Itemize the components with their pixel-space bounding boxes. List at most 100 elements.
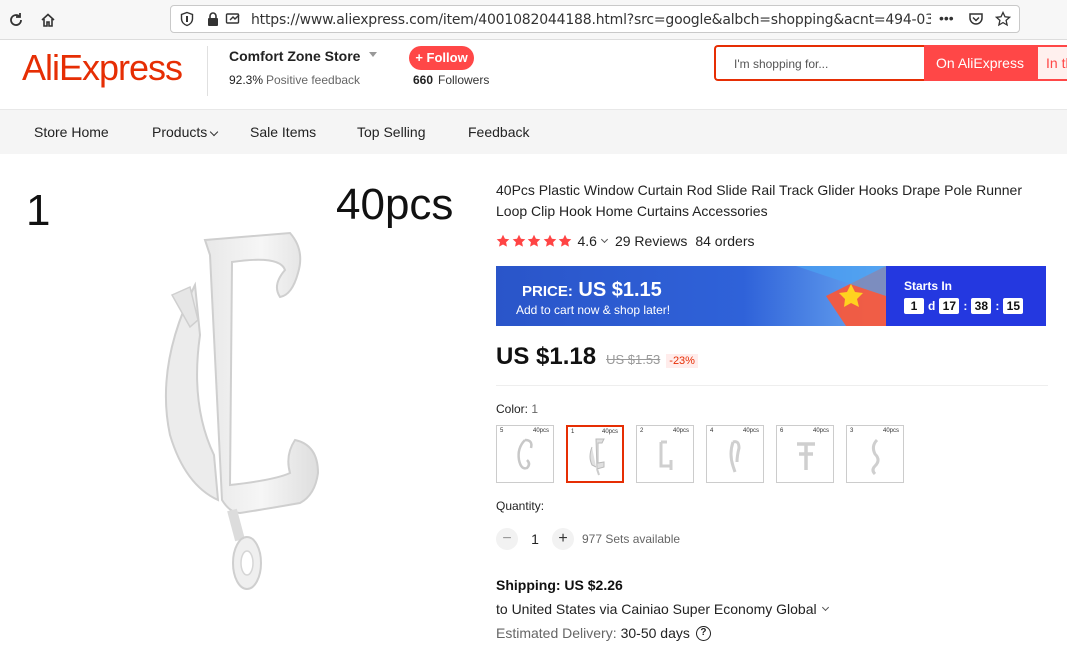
delivery-value: 30-50 days (620, 625, 690, 641)
chevron-down-icon[interactable] (821, 603, 829, 612)
reviews-link[interactable]: 29 Reviews (615, 233, 687, 249)
address-bar[interactable]: https://www.aliexpress.com/item/40010820… (170, 5, 1020, 33)
sku-thumbnail (797, 442, 815, 470)
star-rating[interactable] (496, 234, 574, 248)
quantity-stepper: − 1 + 977 Sets available (496, 528, 680, 550)
rating-value[interactable]: 4.6 (578, 233, 597, 249)
estimated-delivery: Estimated Delivery: 30-50 days ? (496, 625, 711, 641)
sku-number: 1 (571, 429, 575, 435)
home-icon[interactable] (36, 8, 60, 32)
url-text: https://www.aliexpress.com/item/40010820… (251, 12, 931, 28)
sku-thumbnail (589, 438, 605, 476)
color-option-selected[interactable]: 1 40pcs (566, 425, 624, 483)
color-option[interactable]: 4 40pcs (706, 425, 764, 483)
bookmark-star-icon[interactable] (995, 11, 1011, 27)
sku-thumbnail (659, 440, 673, 470)
rating-row: 4.6 29 Reviews 84 orders (496, 232, 755, 250)
product-title: 40Pcs Plastic Window Curtain Rod Slide R… (496, 182, 1022, 219)
browser-toolbar: https://www.aliexpress.com/item/40010820… (0, 0, 1067, 40)
chevron-down-icon (210, 127, 219, 137)
sku-number: 2 (640, 428, 644, 434)
color-option[interactable]: 2 40pcs (636, 425, 694, 483)
sku-pieces: 40pcs (532, 428, 549, 434)
image-label-pieces: 40pcs (336, 180, 454, 229)
promo-price-label: PRICE: (522, 283, 573, 300)
follow-button[interactable]: + Follow (409, 46, 474, 70)
color-option[interactable]: 3 40pcs (846, 425, 904, 483)
shipping-cost: Shipping: US $2.26 (496, 577, 623, 593)
countdown-separator: : (995, 299, 1000, 313)
countdown-separator: : (963, 299, 968, 313)
store-caret-icon[interactable] (369, 52, 377, 57)
chevron-down-icon[interactable] (600, 235, 609, 244)
nav-store-home[interactable]: Store Home (34, 124, 109, 140)
search-on-aliexpress-button[interactable]: On AliExpress (924, 45, 1036, 81)
stock-available: 977 Sets available (582, 532, 681, 546)
sku-number: 5 (500, 428, 504, 434)
color-option[interactable]: 5 40pcs (496, 425, 554, 483)
store-name[interactable]: Comfort Zone Store (229, 48, 360, 64)
promo-price: PRICE: US $1.15 (522, 279, 662, 302)
store-header: AliExpress Comfort Zone Store 92.3% Posi… (0, 40, 1067, 110)
tracking-shield-icon[interactable] (179, 11, 195, 27)
search-placeholder: I'm shopping for... (734, 57, 829, 71)
sku-number: 3 (850, 428, 854, 434)
countdown-timer: 1 d 17 : 38 : 15 (904, 298, 1024, 314)
color-label-text: Color: (496, 402, 529, 416)
nav-sale-items[interactable]: Sale Items (250, 124, 316, 140)
sku-number: 4 (710, 428, 714, 434)
positive-feedback-label: Positive feedback (266, 73, 361, 87)
countdown-seconds: 15 (1003, 298, 1024, 314)
quantity-plus-button[interactable]: + (552, 528, 574, 550)
promo-banner[interactable]: PRICE: US $1.15 Add to cart now & shop l… (496, 266, 1046, 326)
lock-icon[interactable] (205, 11, 221, 27)
color-label: Color: 1 (496, 402, 538, 416)
image-label-number: 1 (26, 186, 51, 235)
sku-thumbnail (871, 438, 880, 476)
star-icon (527, 234, 541, 247)
discount-badge: -23% (666, 354, 698, 368)
current-price: US $1.18 (496, 343, 597, 370)
header-divider (207, 46, 208, 96)
reload-icon[interactable] (4, 8, 28, 32)
sku-pieces: 40pcs (882, 428, 899, 434)
sku-thumbnail (729, 440, 741, 473)
search-input[interactable]: I'm shopping for... (714, 45, 924, 81)
positive-feedback-value: 92.3% (229, 73, 264, 87)
search-in-store-button[interactable]: In this store (1036, 45, 1067, 81)
nav-products[interactable]: Products (152, 124, 219, 140)
followers-label: Followers (438, 73, 490, 87)
help-icon[interactable]: ? (695, 625, 711, 641)
orders-count: 84 orders (695, 233, 755, 249)
nav-feedback[interactable]: Feedback (468, 124, 529, 140)
countdown-panel: Starts In 1 d 17 : 38 : 15 (886, 266, 1046, 326)
star-icon (558, 234, 572, 247)
star-icon (496, 234, 510, 247)
shipping-method[interactable]: to United States via Cainiao Super Econo… (496, 601, 829, 617)
sku-pieces: 40pcs (742, 428, 759, 434)
quantity-input[interactable]: 1 (518, 531, 552, 547)
divider (496, 385, 1048, 386)
sku-number: 6 (780, 428, 784, 434)
aliexpress-logo[interactable]: AliExpress (22, 47, 183, 89)
sku-pieces: 40pcs (601, 429, 618, 435)
store-nav: Store Home Products Sale Items Top Selli… (0, 110, 1067, 154)
quantity-label: Quantity: (496, 499, 545, 513)
promo-subtitle: Add to cart now & shop later! (516, 303, 671, 317)
pocket-icon[interactable] (968, 11, 984, 27)
color-selected-value: 1 (531, 402, 539, 416)
color-option[interactable]: 6 40pcs (776, 425, 834, 483)
followers-count: 660 (413, 73, 434, 87)
nav-top-selling[interactable]: Top Selling (357, 124, 426, 140)
quantity-minus-button[interactable]: − (496, 528, 518, 550)
sku-pieces: 40pcs (812, 428, 829, 434)
page-actions-icon[interactable]: ••• (939, 10, 954, 26)
shipping-route: to United States via Cainiao Super Econo… (496, 601, 817, 617)
sku-pieces: 40pcs (672, 428, 689, 434)
days-unit: d (928, 299, 936, 313)
original-price: US $1.53 (606, 352, 661, 367)
star-icon (543, 234, 556, 247)
starts-in-label: Starts In (904, 279, 953, 293)
permissions-icon[interactable] (225, 11, 241, 27)
countdown-days: 1 (904, 298, 924, 314)
